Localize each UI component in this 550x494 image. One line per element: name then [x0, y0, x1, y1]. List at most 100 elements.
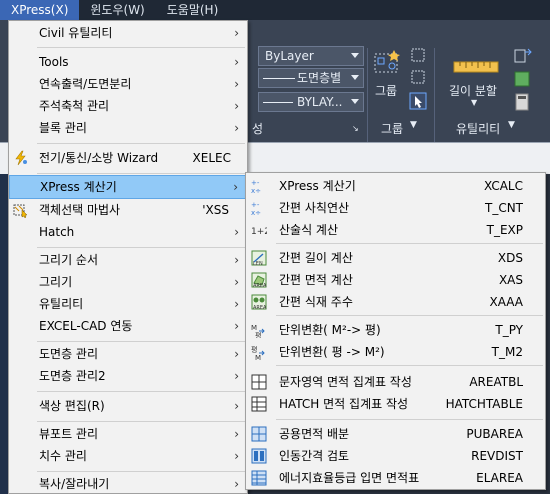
- layer-combo-3[interactable]: BYLAY...: [258, 92, 364, 112]
- submenu-item-shortcut: REVDIST: [471, 449, 523, 463]
- layer-combo-value: ByLayer: [265, 49, 314, 63]
- utility-panel-label: 유틸리티: [456, 122, 501, 136]
- menu-item-shortcut: XELEC: [192, 151, 231, 165]
- submenu-item-t-m2[interactable]: 평 M 단위변환( 평 -> M²) T_M2: [246, 341, 545, 363]
- menu-item-label: 도면층 관리: [39, 347, 99, 361]
- layer-combo[interactable]: ByLayer: [258, 46, 364, 66]
- menu-separator: [37, 47, 245, 48]
- group-button[interactable]: 그룹: [375, 82, 397, 99]
- submenu-item-xds[interactable]: LEN 간편 길이 계산 XDS: [246, 247, 545, 269]
- chevron-down-icon[interactable]: ▼: [471, 98, 477, 107]
- xpress-dropdown-menu: Civil 유틸리티 › Tools › 연속출력/도면분리 › 주석축척 관리…: [8, 20, 248, 494]
- menu-item-label: 그리기: [39, 275, 73, 289]
- length-split-button[interactable]: 길이 분할: [449, 82, 497, 99]
- menu-separator: [37, 421, 245, 422]
- menu-item-copy-cut[interactable]: 복사/잘라내기 ›: [9, 473, 247, 494]
- chevron-down-icon: [351, 75, 359, 80]
- submenu-item-shortcut: XAS: [498, 273, 523, 287]
- menu-item-viewport-manage[interactable]: 뷰포트 관리 ›: [9, 423, 247, 445]
- chevron-down-icon[interactable]: ▼: [508, 120, 515, 130]
- menu-item-annotation-scale[interactable]: 주석축척 관리 ›: [9, 95, 247, 117]
- chevron-down-icon: [351, 99, 359, 104]
- menu-item-label: Hatch: [39, 225, 75, 239]
- menubar: XPress(X) 윈도우(W) 도움말(H): [0, 0, 550, 20]
- menu-item-tools[interactable]: Tools ›: [9, 51, 247, 73]
- menu-item-label: 연속출력/도면분리: [39, 77, 132, 91]
- submenu-item-xcalc[interactable]: +- x÷ XPress 계산기 XCALC: [246, 175, 545, 197]
- menu-help[interactable]: 도움말(H): [156, 0, 230, 20]
- menu-window[interactable]: 윈도우(W): [79, 0, 155, 20]
- chevron-right-icon: ›: [234, 99, 239, 113]
- chevron-right-icon: ›: [234, 121, 239, 135]
- menu-item-utility[interactable]: 유틸리티 ›: [9, 293, 247, 315]
- linetype-preview: [263, 78, 295, 79]
- submenu-separator: [276, 365, 543, 366]
- submenu-item-t-exp[interactable]: 1+2 산술식 계산 T_EXP: [246, 219, 545, 241]
- chevron-right-icon: ›: [234, 319, 239, 333]
- layer-combo-2[interactable]: 도면층별: [258, 68, 364, 88]
- lineweight-preview: [263, 102, 293, 103]
- submenu-separator: [276, 243, 543, 244]
- properties-panel-label: 성: [252, 122, 264, 136]
- menu-separator: [37, 173, 245, 174]
- menu-item-dimension-manage[interactable]: 치수 관리 ›: [9, 445, 247, 467]
- dialog-launcher-icon[interactable]: ↘: [352, 124, 359, 133]
- menu-item-select-wizard[interactable]: 객체선택 마법사 'XSS: [9, 199, 247, 221]
- chevron-right-icon: ›: [234, 253, 239, 267]
- menu-item-label: EXCEL-CAD 연동: [39, 319, 133, 333]
- submenu-item-t-cnt[interactable]: +- x÷ 간편 사칙연산 T_CNT: [246, 197, 545, 219]
- submenu-item-revdist[interactable]: 인동간격 검토 REVDIST: [246, 445, 545, 467]
- submenu-item-shortcut: PUBAREA: [466, 427, 523, 441]
- menu-item-layer-manage[interactable]: 도면층 관리 ›: [9, 343, 247, 365]
- menu-item-label: 전기/통신/소방 Wizard: [39, 151, 159, 165]
- chevron-right-icon: ›: [234, 77, 239, 91]
- menu-item-draw-order[interactable]: 그리기 순서 ›: [9, 249, 247, 271]
- submenu-item-shortcut: HATCHTABLE: [445, 397, 523, 411]
- menu-item-elec-wizard[interactable]: 전기/통신/소방 Wizard XELEC: [9, 147, 247, 169]
- chevron-right-icon: ›: [234, 399, 239, 413]
- utility-tools-icons[interactable]: [512, 46, 534, 116]
- lightning-icon: [15, 150, 27, 166]
- submenu-item-elarea[interactable]: 에너지효율등급 입면 면적표 ELAREA: [246, 467, 545, 489]
- menu-item-xpress-calculator[interactable]: XPress 계산기 ›: [9, 175, 247, 199]
- menu-item-draw[interactable]: 그리기 ›: [9, 271, 247, 293]
- ruler-icon: [453, 61, 499, 73]
- submenu-item-shortcut: ELAREA: [476, 471, 523, 485]
- chevron-right-icon: ›: [234, 369, 239, 383]
- menu-item-shortcut: 'XSS: [202, 203, 229, 217]
- menu-item-label: 치수 관리: [39, 449, 87, 463]
- menu-item-layer-manage-2[interactable]: 도면층 관리2 ›: [9, 365, 247, 387]
- submenu-item-areatbl[interactable]: 문자영역 면적 집계표 작성 AREATBL: [246, 371, 545, 393]
- menu-xpress[interactable]: XPress(X): [0, 0, 80, 20]
- menu-item-excel-cad[interactable]: EXCEL-CAD 연동 ›: [9, 315, 247, 337]
- xpress-calculator-submenu: +- x÷ XPress 계산기 XCALC +- x÷ 간편 사칙연산 T_C…: [245, 172, 546, 490]
- submenu-item-xaaa[interactable]: AREA 간편 식재 주수 XAAA: [246, 291, 545, 313]
- submenu-item-hatchtable[interactable]: HATCH 면적 집계표 작성 HATCHTABLE: [246, 393, 545, 415]
- chevron-down-icon[interactable]: ▼: [410, 120, 417, 130]
- menu-item-label: 주석축척 관리: [39, 99, 110, 113]
- menu-item-color-edit[interactable]: 색상 편집(R) ›: [9, 395, 247, 417]
- submenu-item-shortcut: XDS: [497, 251, 523, 265]
- chevron-right-icon: ›: [234, 55, 239, 69]
- menu-item-hatch[interactable]: Hatch ›: [9, 221, 247, 243]
- menu-item-block-manage[interactable]: 블록 관리 ›: [9, 117, 247, 139]
- menu-item-batch-plot[interactable]: 연속출력/도면분리 ›: [9, 73, 247, 95]
- submenu-item-t-py[interactable]: M 평 단위변환( M²-> 평) T_PY: [246, 319, 545, 341]
- group-panel-label: 그룹: [381, 122, 404, 136]
- submenu-item-xas[interactable]: AREA 간편 면적 계산 XAS: [246, 269, 545, 291]
- chevron-right-icon: ›: [234, 225, 239, 239]
- group-icon: [374, 50, 400, 73]
- select-wizard-icon: [13, 204, 28, 218]
- chevron-right-icon: ›: [234, 275, 239, 289]
- submenu-item-pubarea[interactable]: 공용면적 배분 PUBAREA: [246, 423, 545, 445]
- submenu-item-shortcut: XCALC: [484, 179, 523, 193]
- menu-item-label: 뷰포트 관리: [39, 427, 99, 441]
- group-tools-icons[interactable]: [409, 46, 429, 112]
- menu-separator: [37, 391, 245, 392]
- menu-item-label: 도면층 관리2: [39, 369, 106, 383]
- menu-separator: [37, 341, 245, 342]
- menu-item-label: 객체선택 마법사: [39, 203, 121, 217]
- menu-item-civil-utility[interactable]: Civil 유틸리티 ›: [9, 22, 247, 44]
- menu-item-label: 유틸리티: [39, 297, 84, 311]
- chevron-right-icon: ›: [233, 180, 238, 194]
